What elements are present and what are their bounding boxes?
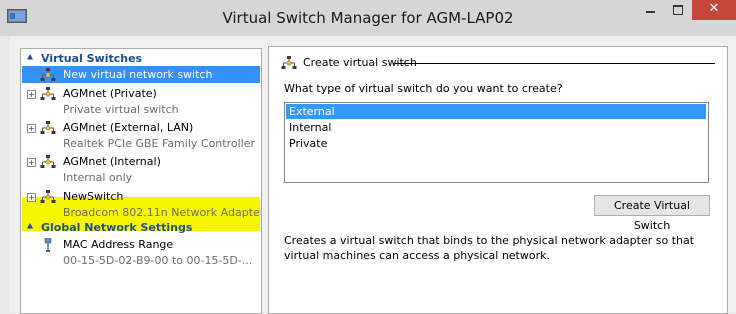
tree-item-label: AGMnet (External, LAN) xyxy=(63,121,194,134)
tree-item-agmnet-external[interactable]: + AGMnet (External, LAN) Realtek PCIe GB… xyxy=(21,121,261,153)
tree-item-detail: Broadcom 802.11n Network Adapter xyxy=(63,206,262,219)
type-question: What type of virtual switch do you want … xyxy=(284,82,563,95)
expand-icon[interactable]: + xyxy=(27,193,36,202)
section-header-global-network-settings[interactable]: ⯅ Global Network Settings xyxy=(21,221,261,235)
switch-tree[interactable]: ⯅ Virtual Switches New virtual network s… xyxy=(20,48,262,314)
network-adapter-icon xyxy=(44,238,52,252)
collapse-icon[interactable]: ⯅ xyxy=(26,52,34,66)
tree-item-label: New virtual network switch xyxy=(63,68,213,81)
list-item-private[interactable]: Private xyxy=(286,136,706,151)
tree-item-detail: Internal only xyxy=(63,171,133,184)
expand-icon[interactable]: + xyxy=(27,158,36,167)
window-title: Virtual Switch Manager for AGM-LAP02 xyxy=(222,9,514,27)
expand-icon[interactable]: + xyxy=(27,90,36,99)
title-bar[interactable]: Virtual Switch Manager for AGM-LAP02 ✕ xyxy=(0,0,736,36)
tree-item-label: AGMnet (Internal) xyxy=(63,155,161,168)
close-icon: ✕ xyxy=(708,1,720,16)
minimize-button[interactable] xyxy=(637,0,665,20)
network-switch-icon xyxy=(40,68,56,82)
expand-icon[interactable]: + xyxy=(27,124,36,133)
tree-item-label: MAC Address Range xyxy=(63,238,174,251)
switch-type-list[interactable]: External Internal Private xyxy=(284,102,709,183)
list-item-internal[interactable]: Internal xyxy=(286,120,706,135)
window-body: ⯅ Virtual Switches New virtual network s… xyxy=(10,36,736,314)
collapse-icon[interactable]: ⯅ xyxy=(26,221,34,235)
network-switch-icon xyxy=(40,155,56,169)
network-switch-icon xyxy=(281,56,297,70)
create-virtual-switch-button[interactable]: Create Virtual Switch xyxy=(594,195,710,232)
network-switch-icon xyxy=(40,87,56,101)
tree-item-agmnet-internal[interactable]: + AGMnet (Internal) Internal only xyxy=(21,155,261,187)
type-description: Creates a virtual switch that binds to t… xyxy=(284,234,695,262)
minimize-icon xyxy=(646,11,655,13)
tree-item-detail: Private virtual switch xyxy=(63,103,179,116)
tree-item-detail: Realtek PCIe GBE Family Controller xyxy=(63,137,256,150)
tree-item-agmnet-private[interactable]: + AGMnet (Private) Private virtual switc… xyxy=(21,87,261,119)
tree-item-label: AGMnet (Private) xyxy=(63,87,157,100)
tree-item-label: NewSwitch xyxy=(63,190,124,203)
maximize-button[interactable] xyxy=(665,0,692,20)
section-header-virtual-switches[interactable]: ⯅ Virtual Switches xyxy=(21,52,261,66)
maximize-icon xyxy=(673,5,683,15)
tree-item-newswitch[interactable]: + NewSwitch Broadcom 802.11n Network Ada… xyxy=(21,190,261,222)
tree-item-detail: 00-15-5D-02-B9-00 to 00-15-5D-... xyxy=(63,254,253,267)
create-switch-panel: Create virtual switch What type of virtu… xyxy=(268,46,728,314)
list-item-external[interactable]: External xyxy=(286,104,706,119)
heading-divider xyxy=(393,63,715,64)
network-switch-icon xyxy=(40,190,56,204)
network-switch-icon xyxy=(40,121,56,135)
close-button[interactable]: ✕ xyxy=(692,0,736,20)
tree-item-mac-address-range[interactable]: MAC Address Range 00-15-5D-02-B9-00 to 0… xyxy=(21,238,261,270)
